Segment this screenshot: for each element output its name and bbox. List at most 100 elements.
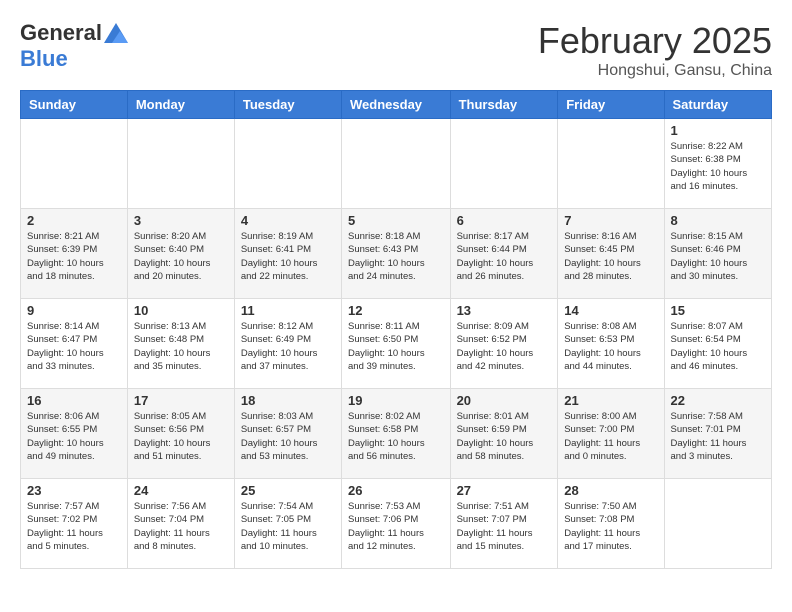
calendar-cell: 18 Sunrise: 8:03 AM Sunset: 6:57 PM Dayli… <box>234 389 341 479</box>
day-info: Sunrise: 8:11 AM Sunset: 6:50 PM Dayligh… <box>348 320 444 373</box>
day-info: Sunrise: 8:16 AM Sunset: 6:45 PM Dayligh… <box>564 230 657 283</box>
day-number: 7 <box>564 213 657 228</box>
day-info: Sunrise: 7:54 AM Sunset: 7:05 PM Dayligh… <box>241 500 335 553</box>
calendar-cell <box>234 119 341 209</box>
calendar-cell <box>450 119 558 209</box>
logo: General Blue <box>20 20 128 72</box>
page-header: General Blue February 2025 Hongshui, Gan… <box>20 20 772 80</box>
calendar-cell <box>558 119 664 209</box>
day-number: 5 <box>348 213 444 228</box>
day-info: Sunrise: 7:50 AM Sunset: 7:08 PM Dayligh… <box>564 500 657 553</box>
day-info: Sunrise: 8:05 AM Sunset: 6:56 PM Dayligh… <box>134 410 228 463</box>
calendar-cell: 9 Sunrise: 8:14 AM Sunset: 6:47 PM Daylig… <box>21 299 128 389</box>
header-sunday: Sunday <box>21 91 128 119</box>
calendar-cell <box>127 119 234 209</box>
calendar-cell: 23 Sunrise: 7:57 AM Sunset: 7:02 PM Dayli… <box>21 479 128 569</box>
calendar-cell: 7 Sunrise: 8:16 AM Sunset: 6:45 PM Daylig… <box>558 209 664 299</box>
calendar-cell: 16 Sunrise: 8:06 AM Sunset: 6:55 PM Dayli… <box>21 389 128 479</box>
day-info: Sunrise: 8:07 AM Sunset: 6:54 PM Dayligh… <box>671 320 765 373</box>
day-info: Sunrise: 8:12 AM Sunset: 6:49 PM Dayligh… <box>241 320 335 373</box>
header-friday: Friday <box>558 91 664 119</box>
calendar-cell: 19 Sunrise: 8:02 AM Sunset: 6:58 PM Dayli… <box>342 389 451 479</box>
calendar-cell: 21Sunrise: 8:00 AM Sunset: 7:00 PM Dayli… <box>558 389 664 479</box>
day-number: 23 <box>27 483 121 498</box>
calendar-cell: 2Sunrise: 8:21 AM Sunset: 6:39 PM Daylig… <box>21 209 128 299</box>
header-tuesday: Tuesday <box>234 91 341 119</box>
header-thursday: Thursday <box>450 91 558 119</box>
day-info: Sunrise: 7:57 AM Sunset: 7:02 PM Dayligh… <box>27 500 121 553</box>
day-number: 16 <box>27 393 121 408</box>
calendar-cell: 24 Sunrise: 7:56 AM Sunset: 7:04 PM Dayli… <box>127 479 234 569</box>
calendar-cell: 17 Sunrise: 8:05 AM Sunset: 6:56 PM Dayli… <box>127 389 234 479</box>
calendar-cell <box>342 119 451 209</box>
title-area: February 2025 Hongshui, Gansu, China <box>538 20 772 80</box>
day-info: Sunrise: 8:09 AM Sunset: 6:52 PM Dayligh… <box>457 320 552 373</box>
calendar-week-5: 23 Sunrise: 7:57 AM Sunset: 7:02 PM Dayli… <box>21 479 772 569</box>
calendar-table: Sunday Monday Tuesday Wednesday Thursday… <box>20 90 772 569</box>
calendar-cell: 5 Sunrise: 8:18 AM Sunset: 6:43 PM Daylig… <box>342 209 451 299</box>
header-saturday: Saturday <box>664 91 771 119</box>
calendar-cell: 4Sunrise: 8:19 AM Sunset: 6:41 PM Daylig… <box>234 209 341 299</box>
day-number: 17 <box>134 393 228 408</box>
day-number: 8 <box>671 213 765 228</box>
day-info: Sunrise: 8:14 AM Sunset: 6:47 PM Dayligh… <box>27 320 121 373</box>
day-number: 13 <box>457 303 552 318</box>
day-info: Sunrise: 8:17 AM Sunset: 6:44 PM Dayligh… <box>457 230 552 283</box>
day-number: 2 <box>27 213 121 228</box>
calendar-cell: 28 Sunrise: 7:50 AM Sunset: 7:08 PM Dayli… <box>558 479 664 569</box>
day-number: 9 <box>27 303 121 318</box>
day-info: Sunrise: 8:18 AM Sunset: 6:43 PM Dayligh… <box>348 230 444 283</box>
day-info: Sunrise: 7:58 AM Sunset: 7:01 PM Dayligh… <box>671 410 765 463</box>
calendar-week-2: 2Sunrise: 8:21 AM Sunset: 6:39 PM Daylig… <box>21 209 772 299</box>
calendar-cell: 14 Sunrise: 8:08 AM Sunset: 6:53 PM Dayli… <box>558 299 664 389</box>
calendar-cell: 27 Sunrise: 7:51 AM Sunset: 7:07 PM Dayli… <box>450 479 558 569</box>
day-number: 20 <box>457 393 552 408</box>
day-number: 27 <box>457 483 552 498</box>
calendar-cell: 13 Sunrise: 8:09 AM Sunset: 6:52 PM Dayli… <box>450 299 558 389</box>
day-info: Sunrise: 8:01 AM Sunset: 6:59 PM Dayligh… <box>457 410 552 463</box>
calendar-header-row: Sunday Monday Tuesday Wednesday Thursday… <box>21 91 772 119</box>
day-info: Sunrise: 8:22 AM Sunset: 6:38 PM Dayligh… <box>671 140 765 193</box>
day-number: 12 <box>348 303 444 318</box>
day-number: 3 <box>134 213 228 228</box>
day-number: 11 <box>241 303 335 318</box>
day-info: Sunrise: 8:20 AM Sunset: 6:40 PM Dayligh… <box>134 230 228 283</box>
calendar-cell: 20 Sunrise: 8:01 AM Sunset: 6:59 PM Dayli… <box>450 389 558 479</box>
logo-general-text: General <box>20 20 102 46</box>
location-title: Hongshui, Gansu, China <box>538 62 772 80</box>
day-number: 19 <box>348 393 444 408</box>
day-info: Sunrise: 8:13 AM Sunset: 6:48 PM Dayligh… <box>134 320 228 373</box>
day-info: Sunrise: 8:03 AM Sunset: 6:57 PM Dayligh… <box>241 410 335 463</box>
calendar-cell: 6 Sunrise: 8:17 AM Sunset: 6:44 PM Daylig… <box>450 209 558 299</box>
day-info: Sunrise: 8:02 AM Sunset: 6:58 PM Dayligh… <box>348 410 444 463</box>
day-number: 21 <box>564 393 657 408</box>
calendar-cell: 15 Sunrise: 8:07 AM Sunset: 6:54 PM Dayli… <box>664 299 771 389</box>
day-number: 10 <box>134 303 228 318</box>
day-number: 1 <box>671 123 765 138</box>
calendar-cell: 26 Sunrise: 7:53 AM Sunset: 7:06 PM Dayli… <box>342 479 451 569</box>
day-number: 14 <box>564 303 657 318</box>
day-info: Sunrise: 7:53 AM Sunset: 7:06 PM Dayligh… <box>348 500 444 553</box>
day-info: Sunrise: 8:15 AM Sunset: 6:46 PM Dayligh… <box>671 230 765 283</box>
day-number: 18 <box>241 393 335 408</box>
calendar-cell <box>664 479 771 569</box>
calendar-cell: 25 Sunrise: 7:54 AM Sunset: 7:05 PM Dayli… <box>234 479 341 569</box>
day-number: 26 <box>348 483 444 498</box>
day-number: 25 <box>241 483 335 498</box>
calendar-week-1: 1 Sunrise: 8:22 AM Sunset: 6:38 PM Daylig… <box>21 119 772 209</box>
day-info: Sunrise: 7:56 AM Sunset: 7:04 PM Dayligh… <box>134 500 228 553</box>
logo-blue-text: Blue <box>20 46 68 72</box>
day-number: 28 <box>564 483 657 498</box>
logo-icon <box>104 23 128 43</box>
day-info: Sunrise: 8:08 AM Sunset: 6:53 PM Dayligh… <box>564 320 657 373</box>
calendar-week-4: 16 Sunrise: 8:06 AM Sunset: 6:55 PM Dayli… <box>21 389 772 479</box>
day-number: 15 <box>671 303 765 318</box>
calendar-cell: 1 Sunrise: 8:22 AM Sunset: 6:38 PM Daylig… <box>664 119 771 209</box>
calendar-cell: 12 Sunrise: 8:11 AM Sunset: 6:50 PM Dayli… <box>342 299 451 389</box>
day-number: 6 <box>457 213 552 228</box>
calendar-cell: 22Sunrise: 7:58 AM Sunset: 7:01 PM Dayli… <box>664 389 771 479</box>
day-info: Sunrise: 8:19 AM Sunset: 6:41 PM Dayligh… <box>241 230 335 283</box>
day-number: 24 <box>134 483 228 498</box>
day-info: Sunrise: 8:06 AM Sunset: 6:55 PM Dayligh… <box>27 410 121 463</box>
day-info: Sunrise: 7:51 AM Sunset: 7:07 PM Dayligh… <box>457 500 552 553</box>
